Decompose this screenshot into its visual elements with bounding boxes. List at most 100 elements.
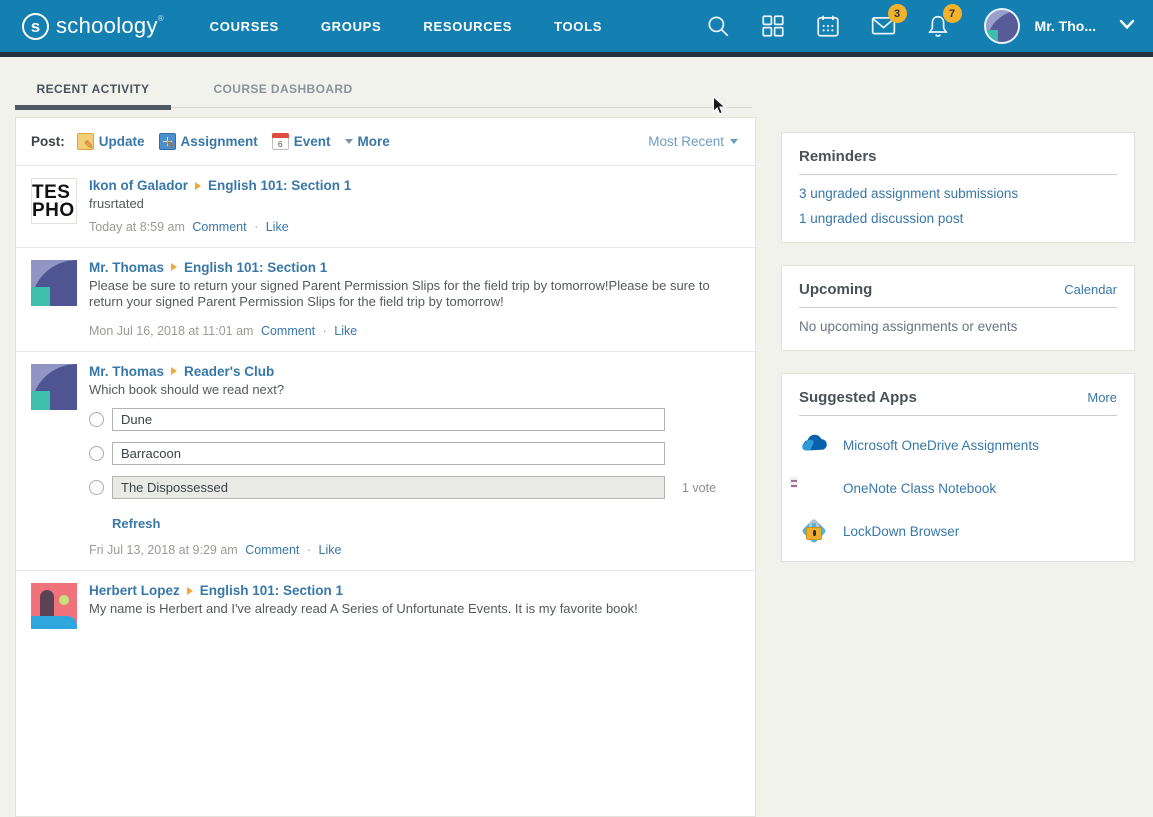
avatar-mr-thomas[interactable] xyxy=(31,260,77,306)
comment-link[interactable]: Comment xyxy=(245,543,299,557)
assignment-icon: ✎ xyxy=(159,133,176,150)
event-icon: 6 xyxy=(272,133,289,150)
comment-link[interactable]: Comment xyxy=(192,220,246,234)
avatar-herbert-lopez[interactable] xyxy=(31,583,77,629)
upcoming-card: Upcoming Calendar No upcoming assignment… xyxy=(781,265,1135,351)
feed-item-thomas-poll: Mr. Thomas Reader's Club Which book shou… xyxy=(16,352,755,572)
messages-badge: 3 xyxy=(888,4,907,23)
calendar-icon[interactable] xyxy=(815,13,841,39)
tab-bar: RECENT ACTIVITY COURSE DASHBOARD xyxy=(15,72,752,108)
radio-button[interactable] xyxy=(89,412,104,427)
post-update-button[interactable]: ✎ Update xyxy=(77,133,145,150)
poll-option[interactable]: Dune xyxy=(112,408,665,431)
breadcrumb-arrow-icon xyxy=(195,182,201,190)
ungraded-assignments-link[interactable]: 3 ungraded assignment submissions xyxy=(799,186,1117,201)
user-avatar[interactable] xyxy=(984,8,1020,44)
avatar-test-photo[interactable]: TESPHO xyxy=(31,178,77,224)
onenote-icon: N xyxy=(799,474,829,502)
registered-mark: ® xyxy=(158,14,164,23)
top-navbar: s schoology ® COURSES GROUPS RESOURCES T… xyxy=(0,0,1153,52)
navbar-bottom-strip xyxy=(0,52,1153,57)
vote-count: 1 vote xyxy=(682,481,716,495)
lockdown-browser-icon xyxy=(799,517,829,545)
poll-question: Which book should we read next? xyxy=(89,382,739,399)
brand-name: schoology xyxy=(56,11,158,41)
notifications-badge: 7 xyxy=(943,4,962,23)
schoology-logo[interactable]: s schoology ® xyxy=(22,11,164,41)
post-label: Post: xyxy=(31,134,65,149)
post-more-button[interactable]: More xyxy=(345,134,390,149)
course-link[interactable]: English 101: Section 1 xyxy=(200,583,343,598)
apps-grid-icon[interactable] xyxy=(760,13,786,39)
post-date: Today at 8:59 am xyxy=(89,220,185,234)
avatar-mr-thomas[interactable] xyxy=(31,364,77,410)
caret-down-icon xyxy=(345,139,353,144)
sort-dropdown[interactable]: Most Recent xyxy=(648,134,738,149)
feed-panel: Post: ✎ Update ✎ Assignment 6 Event More… xyxy=(15,117,756,817)
comment-link[interactable]: Comment xyxy=(261,324,315,338)
post-body: Please be sure to return your signed Par… xyxy=(89,278,739,311)
feed-item-thomas-update: Mr. Thomas English 101: Section 1 Please… xyxy=(16,248,755,352)
author-link[interactable]: Herbert Lopez xyxy=(89,583,180,598)
post-event-button[interactable]: 6 Event xyxy=(272,133,331,150)
post-date: Mon Jul 16, 2018 at 11:01 am xyxy=(89,324,253,338)
like-link[interactable]: Like xyxy=(334,324,357,338)
poll-option-row: Barracoon xyxy=(89,442,739,465)
radio-button[interactable] xyxy=(89,446,104,461)
group-link[interactable]: Reader's Club xyxy=(184,364,274,379)
like-link[interactable]: Like xyxy=(266,220,289,234)
post-bar: Post: ✎ Update ✎ Assignment 6 Event More… xyxy=(16,118,755,166)
author-link[interactable]: Mr. Thomas xyxy=(89,260,164,275)
main-menu: COURSES GROUPS RESOURCES TOOLS xyxy=(210,19,602,34)
search-icon[interactable] xyxy=(705,13,731,39)
author-link[interactable]: Mr. Thomas xyxy=(89,364,164,379)
menu-groups[interactable]: GROUPS xyxy=(321,19,382,34)
app-lockdown[interactable]: LockDown Browser xyxy=(799,517,1117,545)
poll: Dune Barracoon The Dispossessed 1 vote R… xyxy=(89,408,739,533)
author-link[interactable]: Ikon of Galador xyxy=(89,178,188,193)
menu-resources[interactable]: RESOURCES xyxy=(423,19,512,34)
ungraded-discussions-link[interactable]: 1 ungraded discussion post xyxy=(799,211,1117,226)
poll-option-row: Dune xyxy=(89,408,739,431)
reminders-card: Reminders 3 ungraded assignment submissi… xyxy=(781,132,1135,243)
course-link[interactable]: English 101: Section 1 xyxy=(208,178,351,193)
breadcrumb-arrow-icon xyxy=(171,263,177,271)
course-link[interactable]: English 101: Section 1 xyxy=(184,260,327,275)
post-body: frusrtated xyxy=(89,196,739,213)
chevron-down-icon[interactable] xyxy=(1119,17,1135,35)
reminders-title: Reminders xyxy=(799,148,877,165)
app-onedrive[interactable]: Microsoft OneDrive Assignments xyxy=(799,431,1117,459)
caret-down-icon xyxy=(730,139,738,144)
messages-icon[interactable]: 3 xyxy=(870,13,896,39)
suggested-apps-card: Suggested Apps More Microsoft OneDrive A… xyxy=(781,373,1135,562)
tab-course-dashboard[interactable]: COURSE DASHBOARD xyxy=(205,72,361,107)
right-sidebar: Reminders 3 ungraded assignment submissi… xyxy=(781,132,1135,584)
notifications-icon[interactable]: 7 xyxy=(925,13,951,39)
breadcrumb-arrow-icon xyxy=(187,587,193,595)
tab-recent-activity[interactable]: RECENT ACTIVITY xyxy=(15,72,171,110)
poll-refresh-link[interactable]: Refresh xyxy=(112,516,160,531)
post-body: My name is Herbert and I've already read… xyxy=(89,601,739,618)
app-onenote[interactable]: N OneNote Class Notebook xyxy=(799,474,1117,502)
post-assignment-button[interactable]: ✎ Assignment xyxy=(159,133,258,150)
feed-item-ikon: TESPHO Ikon of Galador English 101: Sect… xyxy=(16,166,755,248)
post-date: Fri Jul 13, 2018 at 9:29 am xyxy=(89,543,238,557)
feed-item-herbert: Herbert Lopez English 101: Section 1 My … xyxy=(16,571,755,642)
poll-option[interactable]: Barracoon xyxy=(112,442,665,465)
more-apps-link[interactable]: More xyxy=(1087,390,1117,405)
like-link[interactable]: Like xyxy=(319,543,342,557)
user-name[interactable]: Mr. Tho... xyxy=(1035,18,1096,34)
upcoming-title: Upcoming xyxy=(799,281,872,298)
poll-option-row: The Dispossessed 1 vote xyxy=(89,476,739,499)
menu-tools[interactable]: TOOLS xyxy=(554,19,602,34)
radio-button[interactable] xyxy=(89,480,104,495)
menu-courses[interactable]: COURSES xyxy=(210,19,279,34)
upcoming-empty-text: No upcoming assignments or events xyxy=(799,319,1117,334)
onedrive-icon xyxy=(799,431,829,459)
calendar-link[interactable]: Calendar xyxy=(1064,282,1117,297)
poll-option[interactable]: The Dispossessed xyxy=(112,476,665,499)
update-icon: ✎ xyxy=(77,133,94,150)
schoology-s-icon: s xyxy=(22,13,49,40)
breadcrumb-arrow-icon xyxy=(171,367,177,375)
suggested-apps-title: Suggested Apps xyxy=(799,389,917,406)
